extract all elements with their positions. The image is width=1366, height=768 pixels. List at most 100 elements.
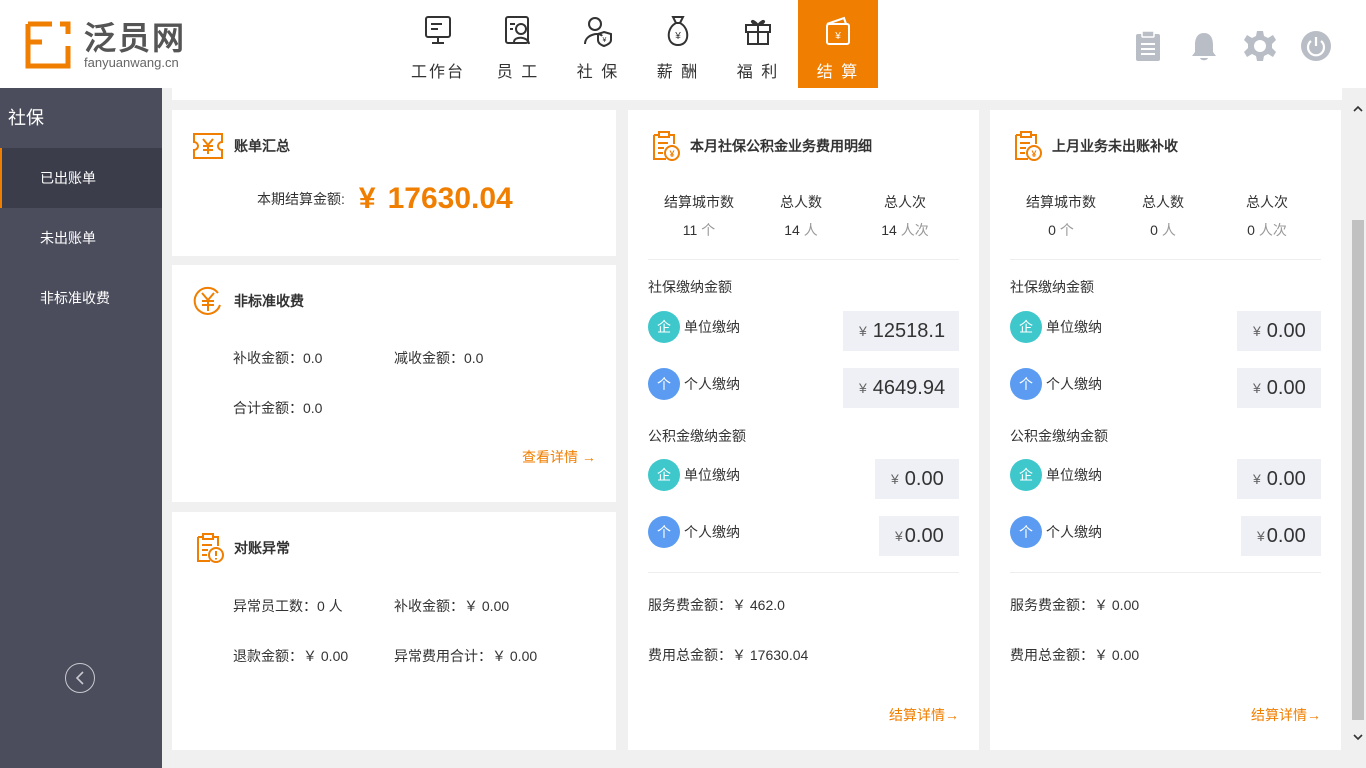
abnormal-employee-count: 异常员工数：0 人 bbox=[233, 598, 343, 614]
stat-headcount: 总人数 14 人 bbox=[746, 192, 856, 240]
svg-text:¥: ¥ bbox=[674, 31, 681, 42]
fund-personal-yen: ¥ bbox=[895, 528, 903, 544]
sidebar-item-issued-bills[interactable]: 已出账单 bbox=[0, 148, 162, 208]
social-personal-label: 个人缴纳 bbox=[684, 376, 740, 392]
dashboard-icon bbox=[425, 16, 451, 44]
last-fund-personal-value: 0.00 bbox=[1266, 524, 1306, 547]
company-badge-icon: 企 bbox=[648, 311, 680, 343]
personal-badge-icon: 个 bbox=[1010, 516, 1042, 548]
settlement-details-link[interactable]: 结算详情→ bbox=[889, 705, 959, 725]
personal-badge-icon: 个 bbox=[1010, 368, 1042, 400]
nav-salary[interactable]: ¥ 薪 酬 bbox=[638, 0, 718, 88]
last-stat-headcount-unit: 人 bbox=[1161, 222, 1176, 238]
last-social-company-yen: ¥ bbox=[1253, 323, 1261, 339]
last-month-supplement-card: ¥ 上月业务未出账补收 结算城市数 0 个 总人数 0 人 总人次 0 人次 社… bbox=[990, 110, 1341, 750]
vertical-scrollbar[interactable] bbox=[1350, 88, 1366, 756]
social-company-yen: ¥ bbox=[859, 323, 867, 339]
last-stat-person-times-value: 0 bbox=[1247, 222, 1255, 238]
nav-employee[interactable]: 员 工 bbox=[478, 0, 558, 88]
last-stat-headcount-value: 0 bbox=[1150, 222, 1158, 238]
last-stat-person-times-unit: 人次 bbox=[1258, 222, 1287, 238]
main-nav: 工作台 员 工 ¥ 社 保 ¥ 薪 酬 福 利 ¥ 结 算 bbox=[398, 0, 878, 88]
total-fee-amount: 费用总金额：￥ 17630.04 bbox=[648, 647, 809, 663]
bill-icon bbox=[193, 133, 223, 159]
stat-person-times: 总人次 14 人次 bbox=[850, 192, 960, 240]
social-company-value: 12518.1 bbox=[872, 319, 946, 342]
last-stat-person-times: 总人次 0 人次 bbox=[1212, 192, 1322, 240]
fund-personal-row: 个 个人缴纳 bbox=[648, 516, 740, 548]
social-personal-amount: ¥4649.94 bbox=[843, 368, 959, 408]
last-service-fee-amount: 服务费金额：￥ 0.00 bbox=[1010, 597, 1140, 613]
last-social-personal-row: 个 个人缴纳 bbox=[1010, 368, 1102, 400]
ledger-icon: ¥ bbox=[653, 131, 680, 161]
last-social-personal-value: 0.00 bbox=[1266, 376, 1306, 399]
last-settlement-details-link[interactable]: 结算详情→ bbox=[1251, 705, 1321, 725]
svg-text:¥: ¥ bbox=[603, 37, 607, 44]
main-content: 账单汇总 本期结算金额: ¥ 17630.04 非标准收费 补收金额：0.0 减… bbox=[162, 88, 1350, 768]
company-badge-icon: 企 bbox=[648, 459, 680, 491]
stat-city-value: 11 bbox=[682, 222, 698, 238]
fund-payment-label: 公积金缴纳金额 bbox=[648, 428, 746, 444]
fund-company-value: 0.00 bbox=[904, 467, 944, 490]
fund-personal-amount: ¥0.00 bbox=[879, 516, 959, 556]
brand-name: 泛员网 bbox=[84, 20, 187, 56]
social-security-icon: ¥ bbox=[584, 17, 612, 48]
bill-summary-card: 账单汇总 本期结算金额: ¥ 17630.04 bbox=[172, 110, 616, 256]
sidebar-title: 社保 bbox=[8, 108, 44, 128]
last-stat-headcount: 总人数 0 人 bbox=[1108, 192, 1218, 240]
last-stat-city-value: 0 bbox=[1048, 222, 1056, 238]
social-company-amount: ¥12518.1 bbox=[843, 311, 959, 351]
scroll-thumb[interactable] bbox=[1352, 220, 1364, 720]
top-header: 泛员网 fanyuanwang.cn 工作台 员 工 ¥ 社 保 ¥ 薪 酬 福… bbox=[0, 0, 1366, 88]
gear-icon[interactable] bbox=[1244, 30, 1276, 62]
service-fee-amount: 服务费金额：￥ 462.0 bbox=[648, 597, 785, 613]
stat-person-times-label: 总人次 bbox=[884, 194, 926, 210]
stat-city-count: 结算城市数 11 个 bbox=[644, 192, 754, 240]
last-social-payment-label: 社保缴纳金额 bbox=[1010, 279, 1094, 295]
last-month-title: 上月业务未出账补收 bbox=[1052, 138, 1178, 154]
social-personal-row: 个 个人缴纳 bbox=[648, 368, 740, 400]
scroll-up-icon[interactable] bbox=[1353, 104, 1363, 114]
reconcile-supplement-amount: 补收金额：￥ 0.00 bbox=[394, 598, 510, 614]
personal-badge-icon: 个 bbox=[648, 516, 680, 548]
nav-settlement[interactable]: ¥ 结 算 bbox=[798, 0, 878, 88]
nav-employee-label: 员 工 bbox=[496, 64, 540, 81]
last-stat-city-label: 结算城市数 bbox=[1026, 194, 1096, 210]
last-stat-headcount-label: 总人数 bbox=[1142, 194, 1184, 210]
view-details-link[interactable]: 查看详情 → bbox=[522, 447, 596, 467]
nav-welfare[interactable]: 福 利 bbox=[718, 0, 798, 88]
sidebar-item-unissued-bills[interactable]: 未出账单 bbox=[0, 208, 162, 268]
stat-person-times-unit: 人次 bbox=[900, 222, 929, 238]
last-fund-company-row: 企 单位缴纳 bbox=[1010, 459, 1102, 491]
power-icon[interactable] bbox=[1300, 30, 1332, 62]
supplement-amount: 补收金额：0.0 bbox=[233, 350, 323, 366]
nav-salary-label: 薪 酬 bbox=[656, 64, 700, 81]
nav-settlement-label: 结 算 bbox=[816, 64, 860, 81]
fund-personal-value: 0.00 bbox=[904, 524, 944, 547]
last-fund-personal-label: 个人缴纳 bbox=[1046, 524, 1102, 540]
brand-logo[interactable]: 泛员网 fanyuanwang.cn bbox=[24, 20, 186, 70]
salary-icon: ¥ bbox=[667, 16, 689, 47]
sidebar-item-nonstandard-fees[interactable]: 非标准收费 bbox=[0, 268, 162, 328]
last-stat-person-times-label: 总人次 bbox=[1246, 194, 1288, 210]
company-badge-icon: 企 bbox=[1010, 311, 1042, 343]
svg-text:¥: ¥ bbox=[834, 31, 841, 42]
bell-icon[interactable] bbox=[1188, 30, 1220, 62]
fund-company-row: 企 单位缴纳 bbox=[648, 459, 740, 491]
stat-city-unit: 个 bbox=[701, 222, 716, 238]
nav-social-security[interactable]: ¥ 社 保 bbox=[558, 0, 638, 88]
clipboard-icon[interactable] bbox=[1132, 30, 1164, 62]
last-social-personal-amount: ¥0.00 bbox=[1237, 368, 1321, 408]
header-actions bbox=[1132, 30, 1332, 62]
sidebar: 社保 已出账单 未出账单 非标准收费 bbox=[0, 88, 162, 768]
last-stat-city-unit: 个 bbox=[1059, 222, 1074, 238]
period-amount-currency: ¥ bbox=[358, 182, 376, 215]
sidebar-collapse-button[interactable] bbox=[65, 663, 95, 693]
period-amount-value: 17630.04 bbox=[387, 182, 513, 215]
social-payment-label: 社保缴纳金额 bbox=[648, 279, 732, 295]
bill-summary-title: 账单汇总 bbox=[234, 138, 290, 154]
current-month-detail-card: ¥ 本月社保公积金业务费用明细 结算城市数 11 个 总人数 14 人 总人次 … bbox=[628, 110, 979, 750]
scroll-down-icon[interactable] bbox=[1353, 732, 1363, 742]
nav-dashboard[interactable]: 工作台 bbox=[398, 0, 478, 88]
personal-badge-icon: 个 bbox=[648, 368, 680, 400]
